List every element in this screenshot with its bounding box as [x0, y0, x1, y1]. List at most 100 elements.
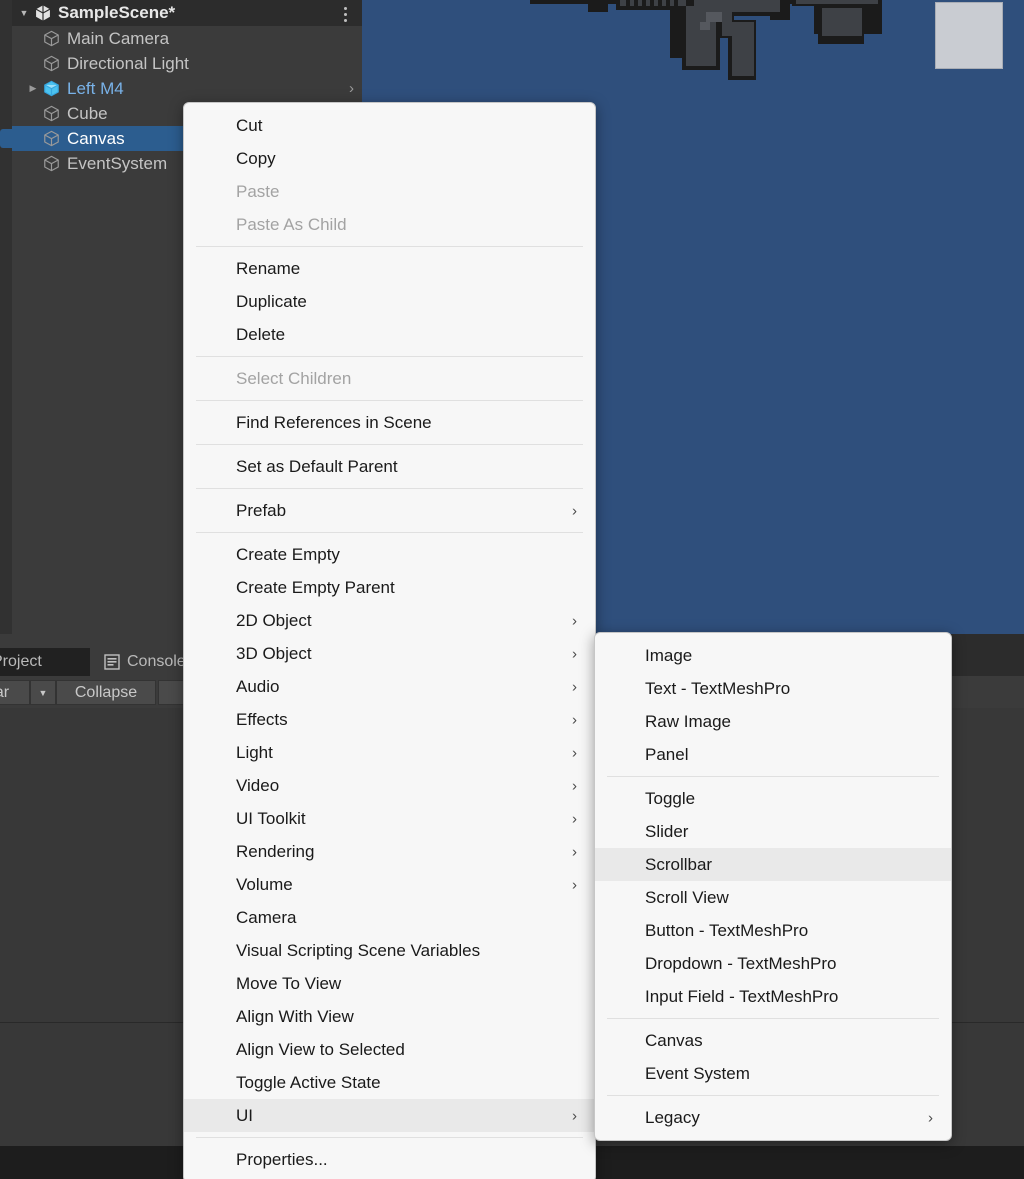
menu-item-label: Duplicate	[236, 291, 307, 311]
menu-item-find-references-in-scene[interactable]: Find References in Scene	[184, 406, 595, 439]
menu-item-event-system[interactable]: Event System	[595, 1057, 951, 1090]
menu-item-panel[interactable]: Panel	[595, 738, 951, 771]
chevron-right-icon: ›	[572, 1107, 577, 1124]
gameobject-cube-icon	[44, 30, 59, 47]
menu-item-image[interactable]: Image	[595, 639, 951, 672]
menu-item-label: Text - TextMeshPro	[645, 678, 791, 698]
menu-separator	[196, 246, 583, 247]
unity-editor-window: ▼ SampleScene* ▶Main Camera▶Directional …	[0, 0, 1024, 1179]
menu-separator	[196, 356, 583, 357]
menu-item-audio[interactable]: Audio ›	[184, 670, 595, 703]
menu-item-label: Paste As Child	[236, 214, 347, 234]
menu-item-create-empty-parent[interactable]: Create Empty Parent	[184, 571, 595, 604]
menu-item-label: Panel	[645, 744, 689, 764]
menu-separator	[607, 1018, 939, 1019]
menu-item-dropdown-textmeshpro[interactable]: Dropdown - TextMeshPro	[595, 947, 951, 980]
menu-separator	[196, 444, 583, 445]
menu-item-label: Legacy	[645, 1107, 700, 1127]
menu-item-canvas[interactable]: Canvas	[595, 1024, 951, 1057]
menu-item-align-with-view[interactable]: Align With View	[184, 1000, 595, 1033]
ui-submenu[interactable]: Image Text - TextMeshPro Raw Image Panel Tog…	[594, 632, 952, 1141]
menu-item-input-field-textmeshpro[interactable]: Input Field - TextMeshPro	[595, 980, 951, 1013]
menu-item-label: UI	[236, 1105, 253, 1125]
menu-item-cut[interactable]: Cut	[184, 109, 595, 142]
prefab-cube-icon	[44, 80, 59, 97]
menu-item-copy[interactable]: Copy	[184, 142, 595, 175]
menu-item-prefab[interactable]: Prefab ›	[184, 494, 595, 527]
hierarchy-item-left-m4[interactable]: ▶ Left M4 ›	[12, 76, 362, 101]
menu-item-ui-toolkit[interactable]: UI Toolkit ›	[184, 802, 595, 835]
menu-item-label: Toggle	[645, 788, 696, 808]
menu-item-label: Video	[236, 775, 280, 795]
gameobject-cube-icon	[44, 105, 59, 122]
menu-item-label: 2D Object	[236, 610, 312, 630]
chevron-right-icon: ›	[572, 711, 577, 728]
menu-item-label: Copy	[236, 148, 276, 168]
gameobject-cube-icon	[44, 155, 59, 172]
menu-separator	[196, 1137, 583, 1138]
menu-item-rename[interactable]: Rename	[184, 252, 595, 285]
menu-item-properties[interactable]: Properties...	[184, 1143, 595, 1176]
menu-item-label: Delete	[236, 324, 286, 344]
menu-item-slider[interactable]: Slider	[595, 815, 951, 848]
hierarchy-item-main-camera[interactable]: ▶Main Camera	[12, 26, 362, 51]
menu-item-duplicate[interactable]: Duplicate	[184, 285, 595, 318]
menu-item-label: Audio	[236, 676, 280, 696]
menu-item-ui[interactable]: UI ›	[184, 1099, 595, 1132]
selection-marker	[0, 129, 12, 148]
menu-separator	[607, 1095, 939, 1096]
menu-item-label: Visual Scripting Scene Variables	[236, 940, 481, 960]
menu-item-button-textmeshpro[interactable]: Button - TextMeshPro	[595, 914, 951, 947]
menu-item-toggle[interactable]: Toggle	[595, 782, 951, 815]
console-icon	[104, 654, 120, 670]
menu-item-delete[interactable]: Delete	[184, 318, 595, 351]
chevron-right-icon: ›	[572, 810, 577, 827]
menu-item-volume[interactable]: Volume ›	[184, 868, 595, 901]
menu-item-light[interactable]: Light ›	[184, 736, 595, 769]
menu-item-3d-object[interactable]: 3D Object ›	[184, 637, 595, 670]
menu-item-text-textmeshpro[interactable]: Text - TextMeshPro	[595, 672, 951, 705]
menu-item-scroll-view[interactable]: Scroll View	[595, 881, 951, 914]
menu-item-label: Slider	[645, 821, 689, 841]
clear-button[interactable]: ar	[0, 680, 30, 705]
menu-item-create-empty[interactable]: Create Empty	[184, 538, 595, 571]
menu-item-visual-scripting-scene-variables[interactable]: Visual Scripting Scene Variables	[184, 934, 595, 967]
menu-separator	[607, 776, 939, 777]
hierarchy-item-label: Canvas	[67, 128, 125, 148]
menu-item-label: Scrollbar	[645, 854, 713, 874]
chevron-down-icon[interactable]: ▼	[30, 680, 56, 705]
chevron-right-icon[interactable]: ›	[349, 80, 354, 97]
menu-item-paste: Paste	[184, 175, 595, 208]
menu-item-set-as-default-parent[interactable]: Set as Default Parent	[184, 450, 595, 483]
hierarchy-header: ▼ SampleScene*	[12, 0, 362, 26]
menu-separator	[196, 488, 583, 489]
kebab-menu-icon[interactable]	[338, 4, 352, 24]
menu-item-2d-object[interactable]: 2D Object ›	[184, 604, 595, 637]
menu-item-move-to-view[interactable]: Move To View	[184, 967, 595, 1000]
menu-item-effects[interactable]: Effects ›	[184, 703, 595, 736]
clear-button-label: ar	[0, 683, 10, 701]
menu-item-label: Prefab	[236, 500, 287, 520]
triangle-right-icon[interactable]: ▶	[26, 83, 40, 94]
menu-item-paste-as-child: Paste As Child	[184, 208, 595, 241]
menu-item-scrollbar[interactable]: Scrollbar	[595, 848, 951, 881]
menu-item-label: Canvas	[645, 1030, 703, 1050]
chevron-right-icon: ›	[572, 744, 577, 761]
menu-item-label: Align View to Selected	[236, 1039, 405, 1059]
menu-item-video[interactable]: Video ›	[184, 769, 595, 802]
menu-item-label: Find References in Scene	[236, 412, 432, 432]
collapse-button[interactable]: Collapse	[56, 680, 156, 705]
menu-item-camera[interactable]: Camera	[184, 901, 595, 934]
tab-project[interactable]: Project	[0, 648, 90, 676]
triangle-down-icon[interactable]: ▼	[15, 8, 33, 18]
menu-item-toggle-active-state[interactable]: Toggle Active State	[184, 1066, 595, 1099]
menu-item-label: UI Toolkit	[236, 808, 306, 828]
menu-item-align-view-to-selected[interactable]: Align View to Selected	[184, 1033, 595, 1066]
hierarchy-item-directional-light[interactable]: ▶Directional Light	[12, 51, 362, 76]
menu-item-rendering[interactable]: Rendering ›	[184, 835, 595, 868]
menu-item-legacy[interactable]: Legacy ›	[595, 1101, 951, 1134]
menu-item-label: Raw Image	[645, 711, 731, 731]
menu-item-raw-image[interactable]: Raw Image	[595, 705, 951, 738]
menu-item-label: Event System	[645, 1063, 750, 1083]
gameobject-context-menu[interactable]: Cut Copy Paste Paste As Child Rename Duplicat…	[183, 102, 596, 1179]
